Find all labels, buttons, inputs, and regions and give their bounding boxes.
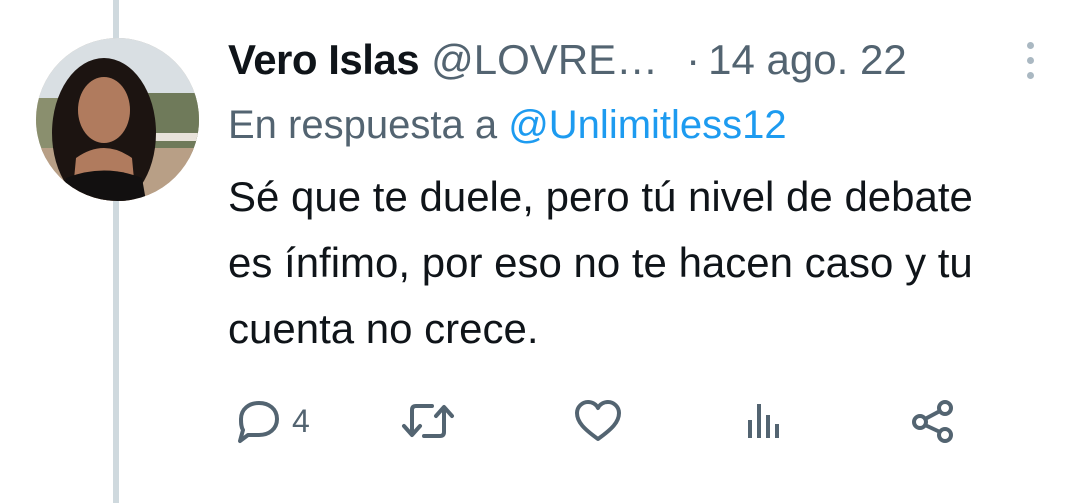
reply-icon — [234, 398, 284, 444]
tweet-content: Vero Islas @LOVRE… · 14 ago. 22 En respu… — [228, 30, 1040, 362]
views-button[interactable] — [742, 396, 786, 446]
reply-button[interactable]: 4 — [234, 396, 310, 446]
reply-prefix: En respuesta a — [228, 103, 509, 147]
reply-to-link[interactable]: @Unlimitless12 — [508, 103, 786, 147]
author-handle[interactable]: @LOVRE… — [431, 36, 658, 84]
tweet-date[interactable]: 14 ago. 22 — [708, 36, 907, 84]
tweet-text: Sé que te duele, pero tú nivel de debate… — [228, 173, 973, 352]
tweet-header: Vero Islas @LOVRE… · 14 ago. 22 — [228, 30, 1040, 90]
share-button[interactable] — [908, 396, 958, 446]
reply-context: En respuesta a @Unlimitless12 — [228, 94, 1040, 156]
more-options-icon[interactable] — [1021, 41, 1040, 79]
separator-dot: · — [686, 36, 701, 83]
tweet-actions: 4 — [228, 396, 968, 446]
avatar[interactable] — [36, 38, 199, 201]
like-button[interactable] — [572, 396, 624, 446]
author-name[interactable]: Vero Islas — [228, 36, 420, 84]
share-icon — [908, 398, 958, 444]
retweet-button[interactable] — [400, 396, 456, 446]
like-icon — [572, 398, 624, 444]
retweet-icon — [400, 398, 456, 444]
reply-count: 4 — [292, 402, 310, 439]
views-icon — [742, 398, 786, 444]
